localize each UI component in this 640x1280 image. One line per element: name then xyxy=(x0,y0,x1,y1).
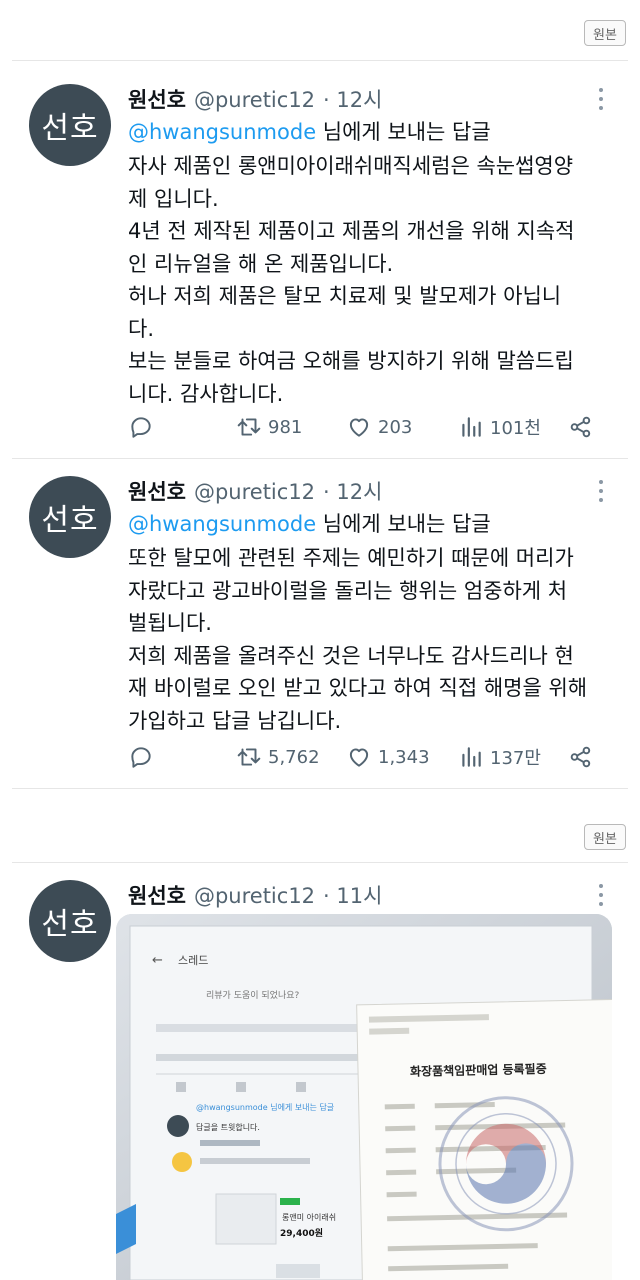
reply-to-line: @hwangsunmode 님에게 보내는 답글 xyxy=(128,508,491,538)
views-button[interactable]: 137만 xyxy=(458,742,541,772)
tweet-header: 원선호 @puretic12 · 11시 xyxy=(128,880,382,910)
reply-icon xyxy=(131,747,151,768)
retweet-icon xyxy=(237,418,261,436)
heart-icon xyxy=(349,418,369,437)
screen-price: 29,400원 xyxy=(280,1227,323,1239)
views-icon xyxy=(462,747,481,767)
share-icon xyxy=(570,416,591,438)
tweet-line: 가입하고 답글 남깁니다. xyxy=(128,708,342,733)
tweet-line: 허나 저희 제품은 탈모 치료제 및 발모제가 아닙니 xyxy=(128,284,562,308)
tweet-actions: 981 203 101천 xyxy=(128,412,600,442)
tweet-time[interactable]: · 11시 xyxy=(323,880,382,910)
tweet-line: 저희 제품을 올려주신 것은 너무나도 감사드리나 현 xyxy=(128,643,574,668)
more-options-icon[interactable] xyxy=(598,88,604,110)
tweet-text: 자사 제품인 롱앤미아이래쉬매직세럼은 속눈썹영양 제 입니다. 4년 전 제작… xyxy=(128,150,610,410)
original-badge-bottom[interactable]: 원본 xyxy=(584,824,626,850)
back-arrow-icon: ← xyxy=(152,953,163,968)
tweet-actions: 5,762 1,343 137만 xyxy=(128,742,600,772)
author-name[interactable]: 원선호 xyxy=(128,476,186,506)
retweet-count: 981 xyxy=(268,416,303,438)
heart-icon xyxy=(349,748,369,767)
reply-to-line: @hwangsunmode 님에게 보내는 답글 xyxy=(128,116,491,146)
author-name[interactable]: 원선호 xyxy=(128,84,186,114)
screen-title: 스레드 xyxy=(178,954,208,967)
tweet-line: 자사 제품인 롱앤미아이래쉬매직세럼은 속눈썹영양 xyxy=(128,154,574,178)
screen-mention: @hwangsunmode 님에게 보내는 답글 xyxy=(196,1102,334,1112)
tweet-line: 자랐다고 광고바이럴을 돌리는 행위는 엄중하게 처 xyxy=(128,578,568,603)
reply-button[interactable] xyxy=(128,742,154,772)
certificate-title: 화장품책임판매업 등록필증 xyxy=(410,1061,547,1079)
more-options-icon[interactable] xyxy=(598,884,604,906)
reply-suffix: 님에게 보내는 답글 xyxy=(316,512,491,536)
tweet-line: 니다. 감사합니다. xyxy=(128,381,284,406)
tweet-line: 벌됩니다. xyxy=(128,611,212,635)
author-handle[interactable]: @puretic12 xyxy=(194,884,315,908)
share-button[interactable] xyxy=(568,742,594,772)
tweet-line: 또한 탈모에 관련된 주제는 예민하기 때문에 머리가 xyxy=(128,546,574,570)
tweet-time[interactable]: · 12시 xyxy=(323,476,382,506)
tweet-line: 보는 분들로 하여금 오해를 방지하기 위해 말씀드립 xyxy=(128,349,574,373)
divider xyxy=(12,862,628,863)
screen-reply: 답글을 트윗합니다. xyxy=(196,1122,260,1132)
divider xyxy=(12,458,628,459)
photo-illustration: ← 스레드 리뷰가 도움이 되었나요? @hwangsunmode 님에게 보내… xyxy=(116,914,612,1280)
views-button[interactable]: 101천 xyxy=(458,412,541,442)
author-handle[interactable]: @puretic12 xyxy=(194,88,315,112)
avatar[interactable]: 선호 xyxy=(29,84,111,166)
views-icon xyxy=(462,417,481,437)
share-icon xyxy=(570,746,591,768)
author-handle[interactable]: @puretic12 xyxy=(194,480,315,504)
original-badge-top[interactable]: 원본 xyxy=(584,20,626,46)
author-name[interactable]: 원선호 xyxy=(128,880,186,910)
reply-mention-link[interactable]: @hwangsunmode xyxy=(128,512,316,536)
tweet-line: 다. xyxy=(128,316,154,341)
screen-question: 리뷰가 도움이 되었나요? xyxy=(206,989,300,1001)
like-count: 203 xyxy=(378,416,413,438)
divider xyxy=(12,788,628,789)
retweet-button[interactable]: 981 xyxy=(236,412,302,442)
avatar[interactable]: 선호 xyxy=(29,476,111,558)
views-count: 101천 xyxy=(490,418,541,439)
tweet-line: 인 리뉴얼을 해 온 제품입니다. xyxy=(128,251,394,276)
like-button[interactable]: 203 xyxy=(346,412,412,442)
reply-mention-link[interactable]: @hwangsunmode xyxy=(128,120,316,144)
more-options-icon[interactable] xyxy=(598,480,604,502)
retweet-count: 5,762 xyxy=(268,746,320,768)
reply-button[interactable] xyxy=(128,412,154,442)
avatar[interactable]: 선호 xyxy=(29,880,111,962)
tweet-line: 4년 전 제작된 제품이고 제품의 개선을 위해 지속적 xyxy=(128,219,575,243)
tweet-header: 원선호 @puretic12 · 12시 xyxy=(128,476,382,506)
screen-product: 롱앤미 아이래쉬 xyxy=(282,1212,336,1222)
retweet-icon xyxy=(237,748,261,766)
like-button[interactable]: 1,343 xyxy=(346,742,430,772)
retweet-button[interactable]: 5,762 xyxy=(236,742,320,772)
tweet-header: 원선호 @puretic12 · 12시 xyxy=(128,84,382,114)
tweet-time[interactable]: · 12시 xyxy=(323,84,382,114)
tweet-line: 재 바이럴로 오인 받고 있다고 하여 직접 해명을 위해 xyxy=(128,676,588,700)
reply-suffix: 님에게 보내는 답글 xyxy=(316,120,491,144)
share-button[interactable] xyxy=(568,412,594,442)
attached-photo[interactable]: ← 스레드 리뷰가 도움이 되었나요? @hwangsunmode 님에게 보내… xyxy=(116,914,612,1280)
reply-icon xyxy=(131,417,151,438)
tweet-text: 또한 탈모에 관련된 주제는 예민하기 때문에 머리가 자랐다고 광고바이럴을 … xyxy=(128,542,610,737)
views-count: 137만 xyxy=(490,748,541,769)
like-count: 1,343 xyxy=(378,746,430,768)
divider xyxy=(12,60,628,61)
tweet-line: 제 입니다. xyxy=(128,186,219,211)
